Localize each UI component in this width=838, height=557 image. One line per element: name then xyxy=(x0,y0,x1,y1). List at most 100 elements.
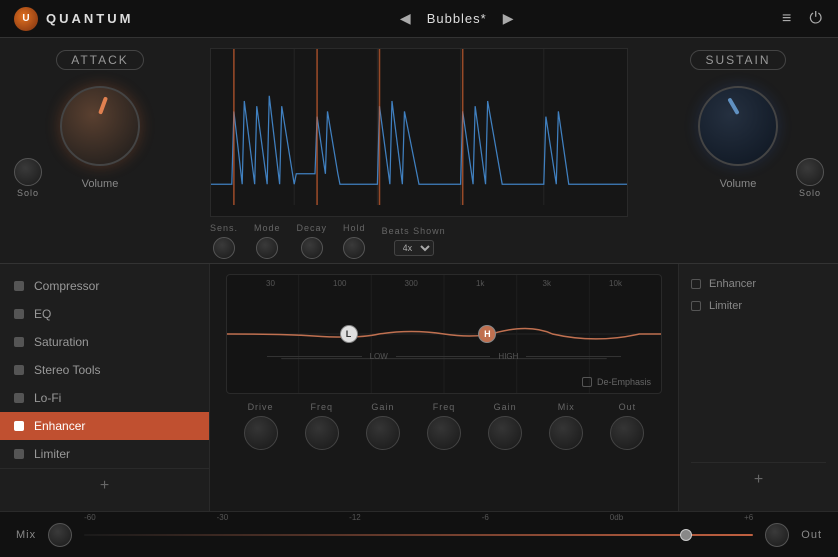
sidebar-label-compressor: Compressor xyxy=(34,279,99,293)
sens-knob[interactable] xyxy=(213,237,235,259)
sidebar-dot-enhancer xyxy=(14,421,24,431)
app-title: QUANTUM xyxy=(46,11,133,26)
eq-handle-low[interactable]: L xyxy=(340,325,358,343)
bottom-section: Compressor EQ Saturation Stereo Tools Lo… xyxy=(0,264,838,511)
eq-knob-freq-low: Freq xyxy=(291,402,352,450)
preset-selector: ◀ Bubbles* ▶ xyxy=(394,8,520,29)
mix-slider[interactable]: -60 -30 -12 -6 0db +6 xyxy=(84,525,753,545)
slider-track xyxy=(84,534,753,536)
sidebar-label-enhancer: Enhancer xyxy=(34,419,85,433)
mix-knob-label: Mix xyxy=(558,402,575,412)
eq-display: 30 100 300 1k 3k 10k xyxy=(226,274,662,394)
eq-out-knob[interactable] xyxy=(610,416,644,450)
out-knob-label: Out xyxy=(619,402,637,412)
sidebar: Compressor EQ Saturation Stereo Tools Lo… xyxy=(0,264,210,511)
sidebar-item-compressor[interactable]: Compressor xyxy=(0,272,209,300)
drive-knob[interactable] xyxy=(244,416,278,450)
sidebar-item-eq[interactable]: EQ xyxy=(0,300,209,328)
top-bar: U QUANTUM ◀ Bubbles* ▶ ≡ ⏻ xyxy=(0,0,838,38)
sidebar-label-limiter: Limiter xyxy=(34,447,70,461)
high-label: HIGH xyxy=(494,352,522,361)
mix-knob[interactable] xyxy=(48,523,72,547)
next-preset-button[interactable]: ▶ xyxy=(497,8,520,29)
sidebar-dot-stereo-tools xyxy=(14,365,24,375)
sidebar-item-stereo-tools[interactable]: Stereo Tools xyxy=(0,356,209,384)
right-label-enhancer: Enhancer xyxy=(709,278,756,290)
sidebar-dot-lo-fi xyxy=(14,393,24,403)
eq-knob-out: Out xyxy=(597,402,658,450)
right-item-enhancer[interactable]: Enhancer xyxy=(691,278,826,290)
sustain-panel: Sustain Volume Solo xyxy=(638,38,838,263)
eq-knob-freq-high: Freq xyxy=(413,402,474,450)
waveform-controls: Sens. Mode Decay Hold Beats Shown xyxy=(210,217,628,263)
decay-label: Decay xyxy=(297,223,328,233)
eq-knob-mix: Mix xyxy=(536,402,597,450)
eq-curve-svg xyxy=(227,275,661,393)
sens-control: Sens. xyxy=(210,223,238,259)
de-emphasis-label: De-Emphasis xyxy=(597,377,651,387)
gain-high-label: Gain xyxy=(494,402,517,412)
sidebar-label-lo-fi: Lo-Fi xyxy=(34,391,61,405)
sustain-solo-knob[interactable] xyxy=(796,158,824,186)
right-dot-enhancer xyxy=(691,279,701,289)
waveform-svg xyxy=(211,49,627,205)
hold-control: Hold xyxy=(343,223,366,259)
sustain-volume-knob[interactable] xyxy=(698,86,778,166)
sidebar-item-lo-fi[interactable]: Lo-Fi xyxy=(0,384,209,412)
attack-solo-label: Solo xyxy=(17,188,39,198)
right-item-limiter[interactable]: Limiter xyxy=(691,300,826,312)
mode-knob[interactable] xyxy=(256,237,278,259)
sidebar-label-saturation: Saturation xyxy=(34,335,89,349)
freq-low-label: Freq xyxy=(310,402,333,412)
gain-low-label: Gain xyxy=(371,402,394,412)
attack-solo-area: Solo xyxy=(14,158,42,198)
beats-shown-label: Beats Shown xyxy=(382,226,446,236)
sustain-title: Sustain xyxy=(690,50,785,70)
hold-label: Hold xyxy=(343,223,366,233)
menu-button[interactable]: ≡ xyxy=(780,8,793,30)
eq-handle-high[interactable]: H xyxy=(478,325,496,343)
sustain-solo-area: Solo xyxy=(796,158,824,198)
sens-label: Sens. xyxy=(210,223,238,233)
decay-knob[interactable] xyxy=(301,237,323,259)
top-bar-left: U QUANTUM xyxy=(14,7,133,31)
waveform-panel: Sens. Mode Decay Hold Beats Shown xyxy=(200,38,638,263)
waveform-display xyxy=(210,48,628,217)
attack-title: Attack xyxy=(56,50,144,70)
de-emphasis-checkbox[interactable] xyxy=(582,377,592,387)
sidebar-dot-compressor xyxy=(14,281,24,291)
bottom-bar: Mix -60 -30 -12 -6 0db +6 Out xyxy=(0,511,838,557)
eq-knob-gain-low: Gain xyxy=(352,402,413,450)
freq-low-knob[interactable] xyxy=(305,416,339,450)
eq-knob-gain-high: Gain xyxy=(475,402,536,450)
mix-label: Mix xyxy=(16,529,36,541)
de-emphasis-control: De-Emphasis xyxy=(582,377,651,387)
sidebar-item-limiter[interactable]: Limiter xyxy=(0,440,209,468)
right-add-button[interactable]: + xyxy=(691,462,826,497)
prev-preset-button[interactable]: ◀ xyxy=(394,8,417,29)
beats-shown-select[interactable]: 4x 2x 1x 8x xyxy=(394,240,434,256)
decay-control: Decay xyxy=(297,223,328,259)
sidebar-item-enhancer[interactable]: Enhancer xyxy=(0,412,209,440)
gain-high-knob[interactable] xyxy=(488,416,522,450)
sidebar-label-eq: EQ xyxy=(34,307,51,321)
eq-knob-drive: Drive xyxy=(230,402,291,450)
freq-high-knob[interactable] xyxy=(427,416,461,450)
hold-knob[interactable] xyxy=(343,237,365,259)
power-button[interactable]: ⏻ xyxy=(807,8,824,30)
slider-marks: -60 -30 -12 -6 0db +6 xyxy=(84,513,753,522)
eq-knobs-row: Drive Freq Gain Freq xyxy=(226,402,662,450)
sustain-volume-label: Volume xyxy=(720,178,757,190)
attack-volume-label: Volume xyxy=(82,178,119,190)
slider-thumb[interactable] xyxy=(680,529,692,541)
out-knob[interactable] xyxy=(765,523,789,547)
sidebar-item-saturation[interactable]: Saturation xyxy=(0,328,209,356)
sidebar-add-button[interactable]: + xyxy=(0,468,209,503)
gain-low-knob[interactable] xyxy=(366,416,400,450)
right-label-limiter: Limiter xyxy=(709,300,742,312)
attack-solo-knob[interactable] xyxy=(14,158,42,186)
mode-label: Mode xyxy=(254,223,281,233)
attack-volume-knob[interactable] xyxy=(60,86,140,166)
eq-mix-knob[interactable] xyxy=(549,416,583,450)
top-section: Attack Volume Solo xyxy=(0,38,838,264)
